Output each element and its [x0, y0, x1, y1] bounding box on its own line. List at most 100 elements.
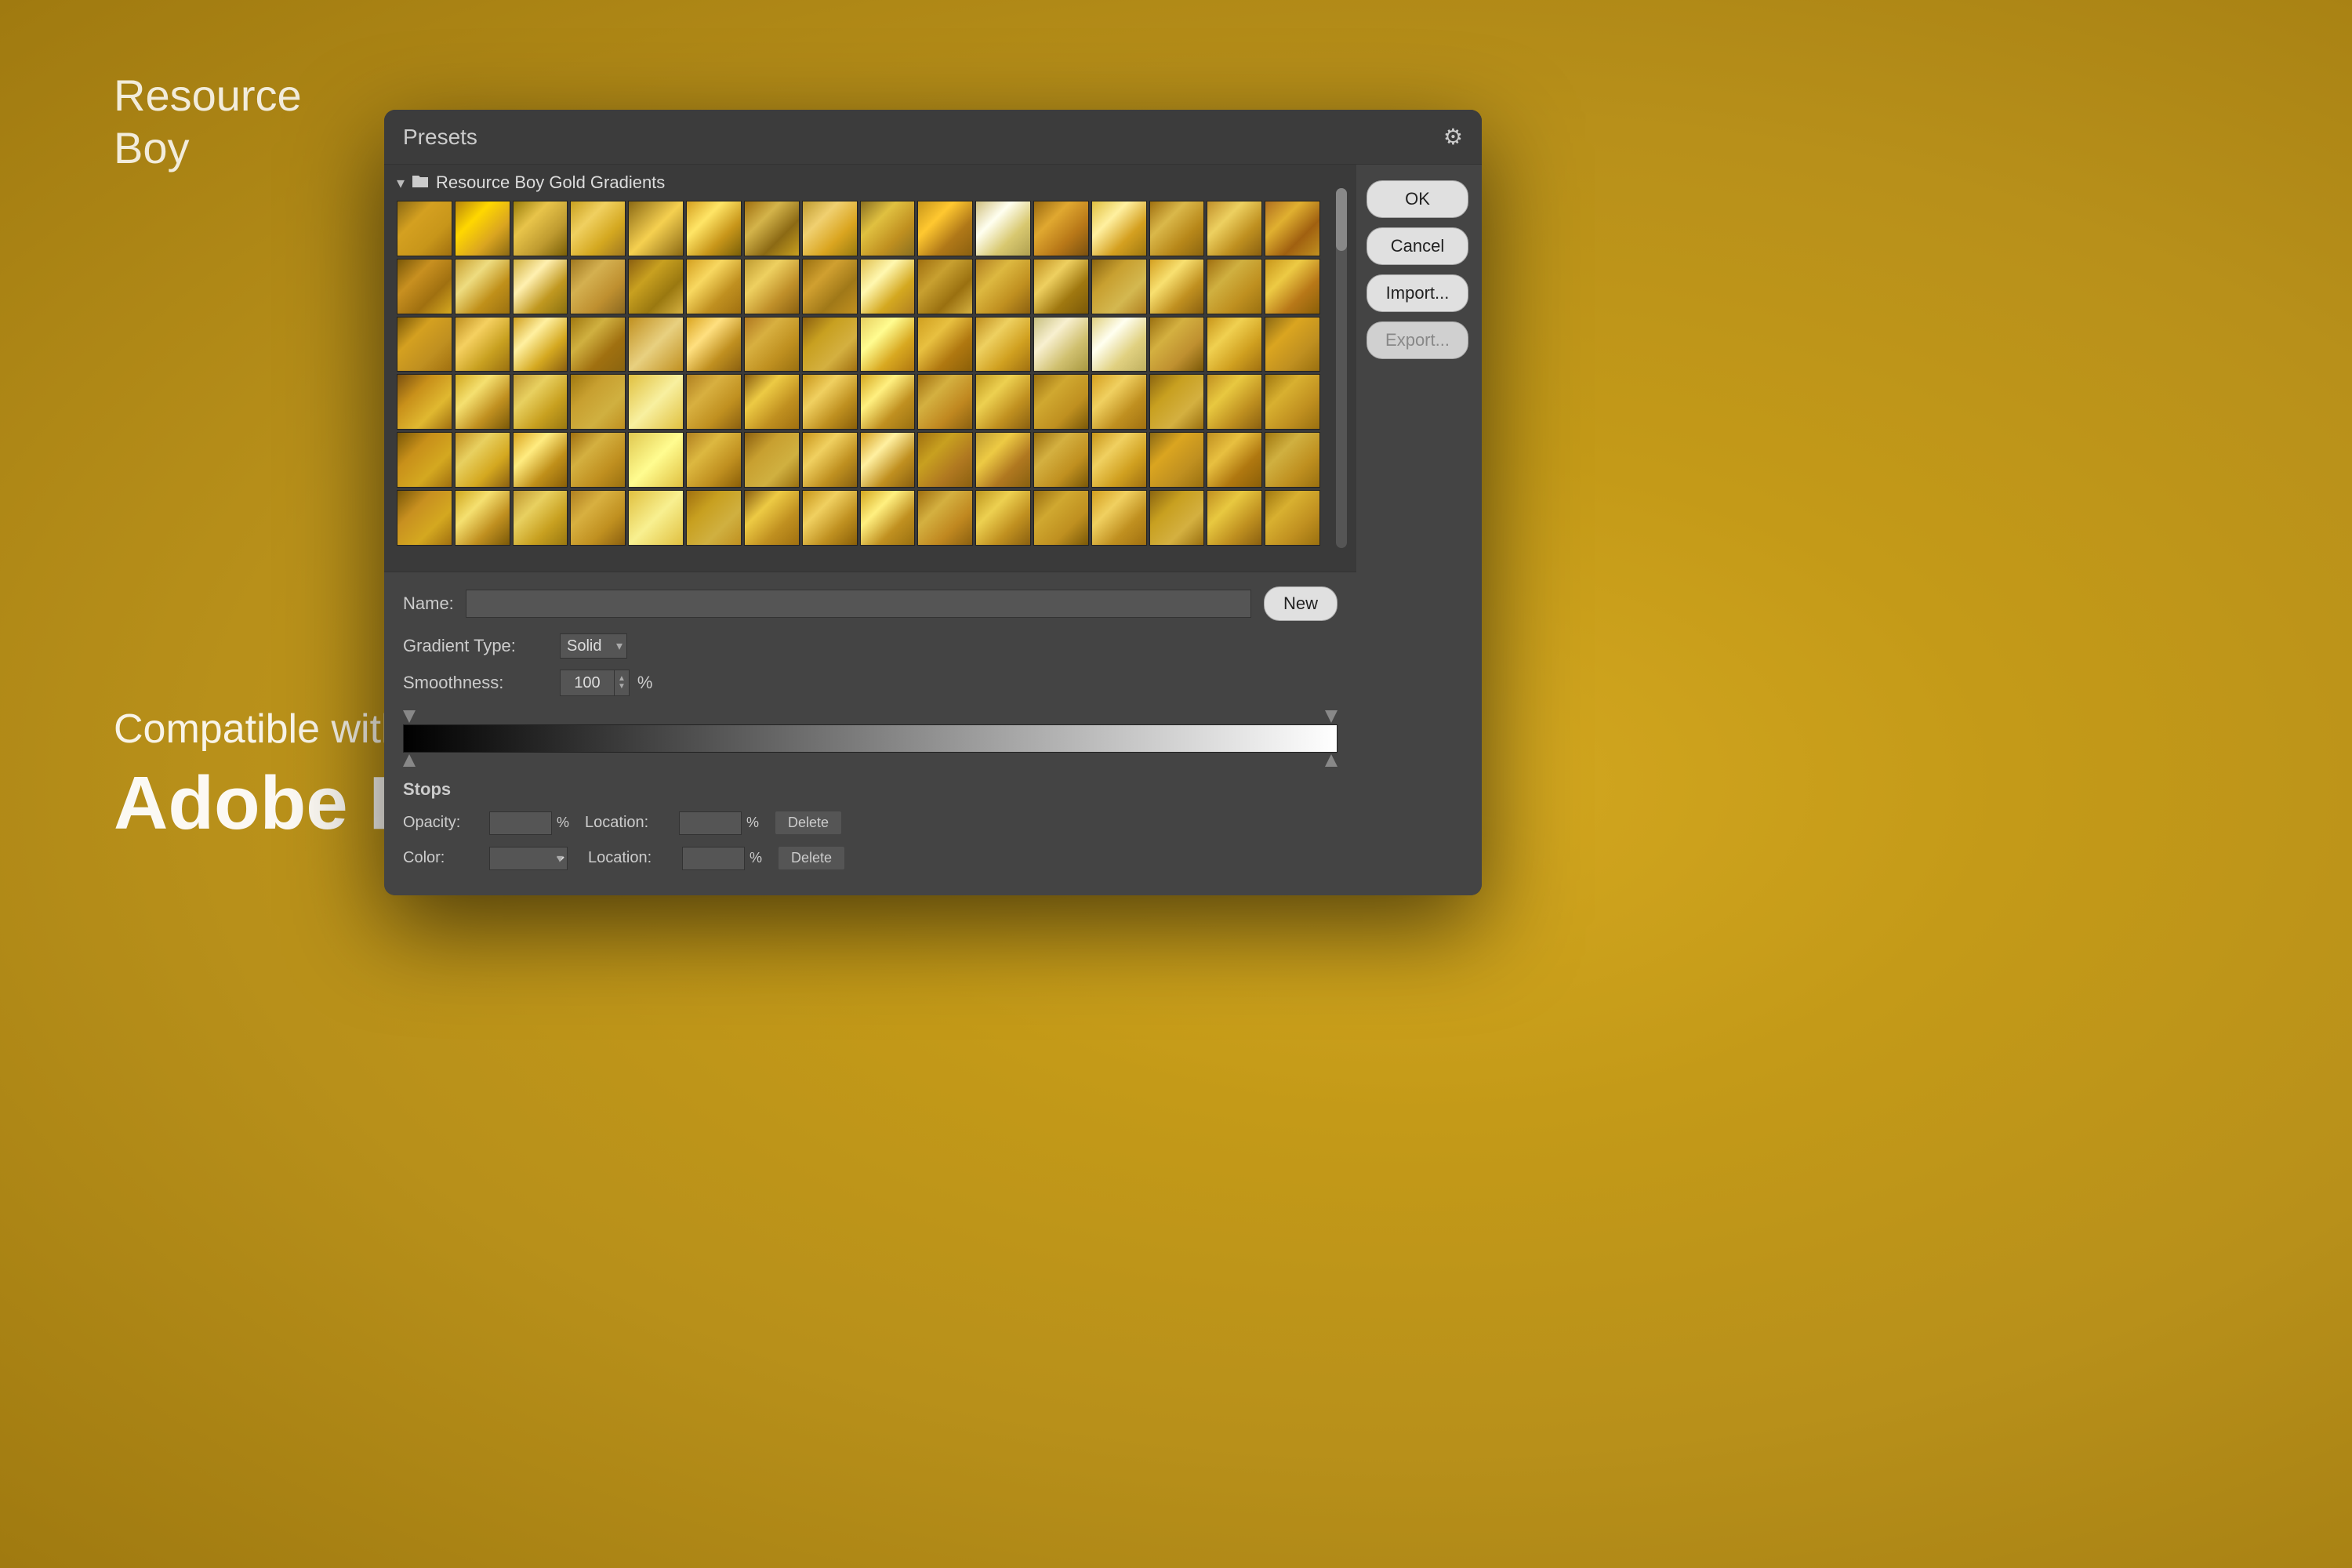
swatch-93[interactable] [1091, 490, 1147, 546]
cancel-button[interactable]: Cancel [1367, 227, 1468, 265]
smoothness-spinner[interactable]: ▲ ▼ [615, 670, 630, 696]
swatch-63[interactable] [1207, 374, 1262, 430]
swatch-52[interactable] [570, 374, 626, 430]
swatch-46[interactable] [1149, 317, 1205, 372]
swatch-71[interactable] [744, 432, 800, 488]
swatch-21[interactable] [628, 259, 684, 314]
opacity-value-input[interactable] [489, 811, 552, 835]
swatch-90[interactable] [917, 490, 973, 546]
swatch-96[interactable] [1265, 490, 1320, 546]
swatch-73[interactable] [860, 432, 916, 488]
folder-collapse-icon[interactable]: ▾ [397, 173, 405, 193]
swatch-3[interactable] [513, 201, 568, 256]
swatch-2[interactable] [455, 201, 510, 256]
swatch-53[interactable] [628, 374, 684, 430]
swatch-33[interactable] [397, 317, 452, 372]
scroll-thumb[interactable] [1336, 188, 1347, 251]
swatch-5[interactable] [628, 201, 684, 256]
swatch-6[interactable] [686, 201, 742, 256]
swatch-66[interactable] [455, 432, 510, 488]
swatch-89[interactable] [860, 490, 916, 546]
swatch-88[interactable] [802, 490, 858, 546]
swatch-87[interactable] [744, 490, 800, 546]
swatch-85[interactable] [628, 490, 684, 546]
swatch-13[interactable] [1091, 201, 1147, 256]
swatch-30[interactable] [1149, 259, 1205, 314]
swatch-15[interactable] [1207, 201, 1262, 256]
swatch-60[interactable] [1033, 374, 1089, 430]
swatch-12[interactable] [1033, 201, 1089, 256]
swatch-68[interactable] [570, 432, 626, 488]
swatch-62[interactable] [1149, 374, 1205, 430]
swatch-80[interactable] [1265, 432, 1320, 488]
swatch-86[interactable] [686, 490, 742, 546]
swatch-81[interactable] [397, 490, 452, 546]
color-stop-left[interactable] [403, 754, 416, 767]
color-stop-right[interactable] [1325, 754, 1338, 767]
swatch-42[interactable] [917, 317, 973, 372]
color-select[interactable] [489, 847, 568, 870]
ok-button[interactable]: OK [1367, 180, 1468, 218]
swatch-72[interactable] [802, 432, 858, 488]
swatch-64[interactable] [1265, 374, 1320, 430]
swatch-78[interactable] [1149, 432, 1205, 488]
swatch-19[interactable] [513, 259, 568, 314]
swatch-37[interactable] [628, 317, 684, 372]
swatch-9[interactable] [860, 201, 916, 256]
swatch-36[interactable] [570, 317, 626, 372]
swatch-95[interactable] [1207, 490, 1262, 546]
swatch-54[interactable] [686, 374, 742, 430]
swatch-14[interactable] [1149, 201, 1205, 256]
swatch-45[interactable] [1091, 317, 1147, 372]
swatch-28[interactable] [1033, 259, 1089, 314]
swatch-23[interactable] [744, 259, 800, 314]
swatch-67[interactable] [513, 432, 568, 488]
swatch-92[interactable] [1033, 490, 1089, 546]
swatch-7[interactable] [744, 201, 800, 256]
swatch-56[interactable] [802, 374, 858, 430]
gradient-type-select[interactable]: Solid Noise [560, 633, 627, 659]
swatch-69[interactable] [628, 432, 684, 488]
swatch-4[interactable] [570, 201, 626, 256]
swatch-55[interactable] [744, 374, 800, 430]
color-location-input[interactable] [682, 847, 745, 870]
swatch-49[interactable] [397, 374, 452, 430]
swatch-50[interactable] [455, 374, 510, 430]
swatch-31[interactable] [1207, 259, 1262, 314]
import-button[interactable]: Import... [1367, 274, 1468, 312]
swatch-79[interactable] [1207, 432, 1262, 488]
swatch-61[interactable] [1091, 374, 1147, 430]
name-input[interactable] [466, 590, 1251, 618]
color-delete-button[interactable]: Delete [778, 846, 845, 870]
swatch-57[interactable] [860, 374, 916, 430]
swatch-83[interactable] [513, 490, 568, 546]
swatch-84[interactable] [570, 490, 626, 546]
swatch-59[interactable] [975, 374, 1031, 430]
swatch-16[interactable] [1265, 201, 1320, 256]
swatch-47[interactable] [1207, 317, 1262, 372]
swatch-27[interactable] [975, 259, 1031, 314]
swatch-25[interactable] [860, 259, 916, 314]
swatch-17[interactable] [397, 259, 452, 314]
swatch-38[interactable] [686, 317, 742, 372]
swatch-40[interactable] [802, 317, 858, 372]
swatch-43[interactable] [975, 317, 1031, 372]
swatch-39[interactable] [744, 317, 800, 372]
swatch-74[interactable] [917, 432, 973, 488]
swatch-82[interactable] [455, 490, 510, 546]
swatch-22[interactable] [686, 259, 742, 314]
opacity-stop-right[interactable] [1325, 710, 1338, 723]
swatch-76[interactable] [1033, 432, 1089, 488]
swatch-29[interactable] [1091, 259, 1147, 314]
export-button[interactable]: Export... [1367, 321, 1468, 359]
swatch-65[interactable] [397, 432, 452, 488]
swatch-51[interactable] [513, 374, 568, 430]
swatch-48[interactable] [1265, 317, 1320, 372]
swatch-26[interactable] [917, 259, 973, 314]
smoothness-input[interactable] [560, 670, 615, 696]
swatch-8[interactable] [802, 201, 858, 256]
opacity-delete-button[interactable]: Delete [775, 811, 842, 835]
swatch-11[interactable] [975, 201, 1031, 256]
swatch-77[interactable] [1091, 432, 1147, 488]
swatch-10[interactable] [917, 201, 973, 256]
